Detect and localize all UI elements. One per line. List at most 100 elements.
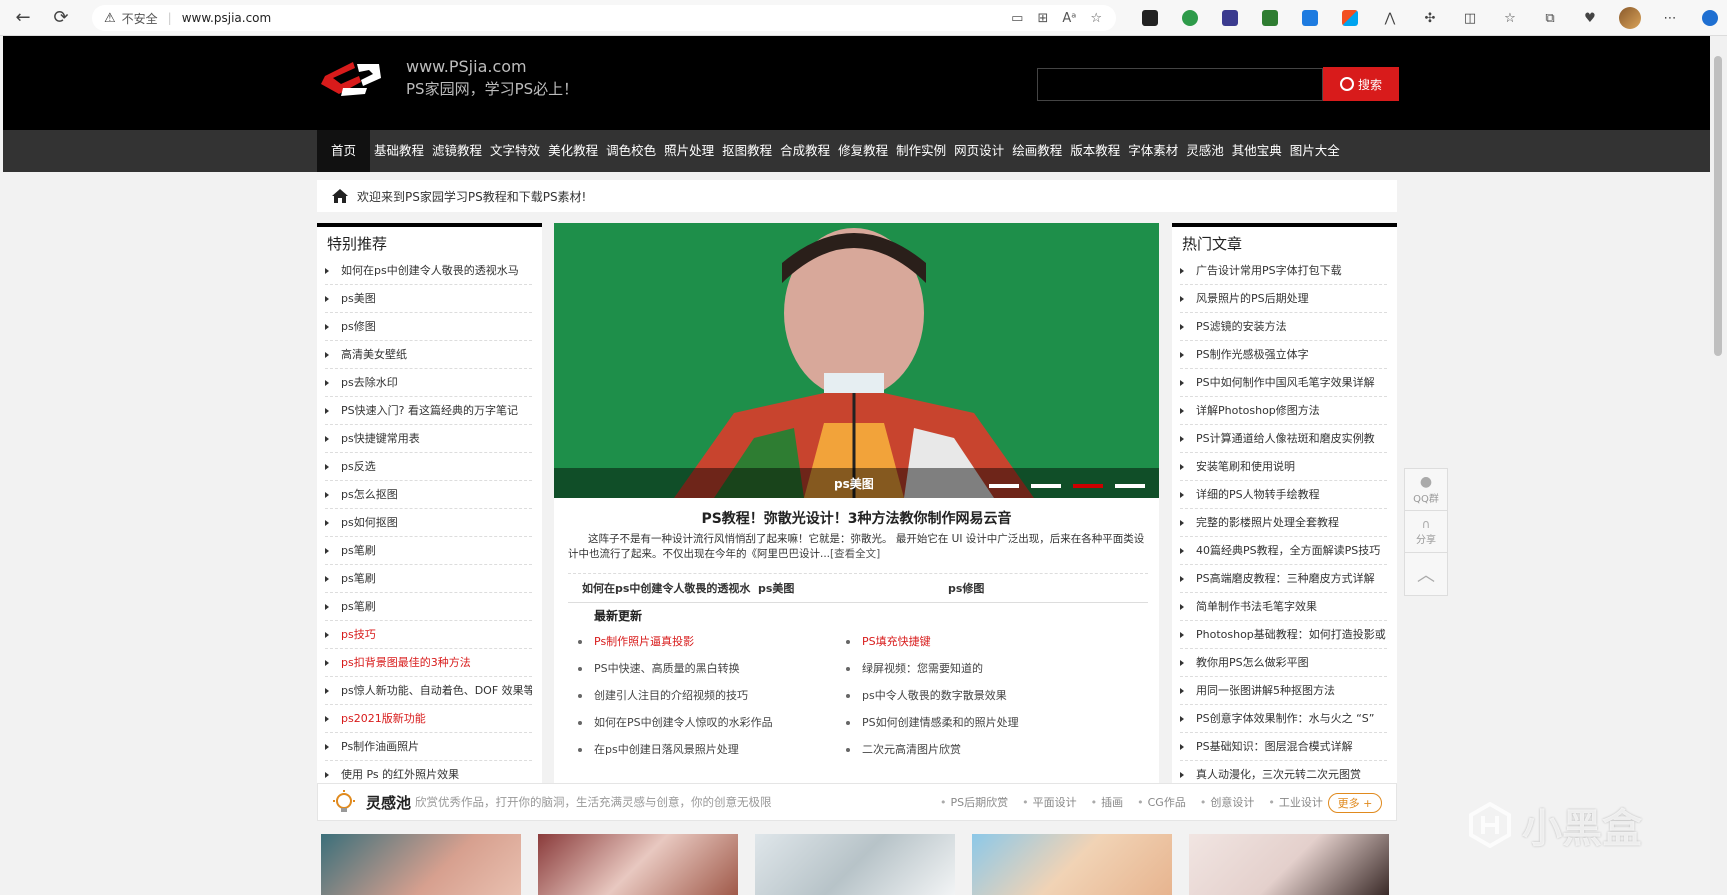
featured-list-item[interactable]: ps怎么抠图 (325, 481, 532, 509)
hot-article-item[interactable]: 详细的PS人物转手绘教程 (1180, 481, 1387, 509)
latest-item[interactable]: PS如何创建情感柔和的照片处理 (846, 709, 1114, 736)
hot-article-item[interactable]: PS制作光感极强立体字 (1180, 341, 1387, 369)
featured-list-item[interactable]: ps扣背景图最佳的3种方法 (325, 649, 532, 677)
hot-article-item[interactable]: PS滤镜的安装方法 (1180, 313, 1387, 341)
gallery-thumbnail[interactable] (972, 834, 1172, 895)
home-icon[interactable] (331, 188, 349, 204)
slide-dot[interactable] (1031, 484, 1061, 488)
extension-3-icon[interactable] (1210, 0, 1250, 36)
address-bar[interactable]: ⚠ 不安全 | www.psjia.com ▭ ⊞ Aᵃ ☆ (92, 5, 1116, 31)
latest-item[interactable]: PS填充快捷键 (846, 628, 1114, 655)
nav-item[interactable]: 滤镜教程 (428, 130, 486, 172)
gallery-thumbnail[interactable] (538, 834, 738, 895)
bing-icon[interactable] (1690, 0, 1727, 36)
gallery-thumbnail[interactable] (321, 834, 521, 895)
read-more-link[interactable]: [查看全文] (830, 548, 880, 560)
more-menu-icon[interactable]: ⋯ (1650, 0, 1690, 36)
hot-article-item[interactable]: PS基础知识：图层混合模式详解 (1180, 733, 1387, 761)
nav-item[interactable]: 首页 (317, 130, 371, 172)
nav-item[interactable]: 绘画教程 (1008, 130, 1066, 172)
latest-item[interactable]: 如何在PS中创建令人惊叹的水彩作品 (578, 709, 846, 736)
latest-item[interactable]: 绿屏视频：您需要知道的 (846, 655, 1114, 682)
headline-link[interactable]: 如何在ps中创建令人敬畏的透视水 (568, 580, 758, 596)
back-to-top-button[interactable]: ︿ (1405, 553, 1447, 595)
hot-article-item[interactable]: PS中如何制作中国风毛笔字效果详解 (1180, 369, 1387, 397)
hot-article-item[interactable]: 完整的影楼照片处理全套教程 (1180, 509, 1387, 537)
apps-icon[interactable]: ⊞ (1037, 11, 1048, 26)
headline-link[interactable]: ps修图 (948, 580, 1138, 596)
nav-item[interactable]: 网页设计 (950, 130, 1008, 172)
collections-icon[interactable]: ⧉ (1530, 0, 1570, 36)
featured-slideshow[interactable]: ps美图 (554, 223, 1159, 498)
nav-item[interactable]: 图片大全 (1286, 130, 1344, 172)
featured-list-item[interactable]: ps惊人新功能、自动着色、DOF 效果等 (325, 677, 532, 705)
nav-item[interactable]: 合成教程 (776, 130, 834, 172)
nav-item[interactable]: 版本教程 (1066, 130, 1124, 172)
headline-link[interactable]: ps美图 (758, 580, 948, 596)
favorite-star-icon[interactable]: ☆ (1090, 11, 1102, 26)
psjia-logo[interactable] (319, 56, 383, 100)
inspiration-category[interactable]: PS后期欣赏 (940, 794, 1009, 810)
hot-article-item[interactable]: PS高端磨皮教程：三种磨皮方式详解 (1180, 565, 1387, 593)
hot-article-item[interactable]: 用同一张图讲解5种抠图方法 (1180, 677, 1387, 705)
latest-item[interactable]: Ps制作照片逼真投影 (578, 628, 846, 655)
latest-item[interactable]: 二次元高清图片欣赏 (846, 736, 1114, 763)
nav-item[interactable]: 字体素材 (1124, 130, 1182, 172)
featured-list-item[interactable]: ps修图 (325, 313, 532, 341)
tablet-icon[interactable]: ▭ (1011, 11, 1023, 26)
search-input[interactable] (1037, 68, 1323, 101)
featured-list-item[interactable]: Ps制作油画照片 (325, 733, 532, 761)
extension-1-icon[interactable] (1130, 0, 1170, 36)
performance-icon[interactable]: ♥ (1570, 0, 1610, 36)
favorites-icon[interactable]: ☆ (1490, 0, 1530, 36)
latest-item[interactable]: ps中令人敬畏的数字散景效果 (846, 682, 1114, 709)
nav-item[interactable]: 修复教程 (834, 130, 892, 172)
inspiration-title[interactable]: 灵感池 (366, 792, 411, 813)
inspiration-category[interactable]: CG作品 (1137, 794, 1186, 810)
slide-dot[interactable] (989, 484, 1019, 488)
featured-list-item[interactable]: ps2021版新功能 (325, 705, 532, 733)
featured-list-item[interactable]: ps美图 (325, 285, 532, 313)
gallery-thumbnail[interactable] (755, 834, 955, 895)
featured-list-item[interactable]: ps反选 (325, 453, 532, 481)
headline-title[interactable]: PS教程！弥散光设计！3种方法教你制作网易云音 (554, 508, 1159, 528)
latest-item[interactable]: 在ps中创建日落风景照片处理 (578, 736, 846, 763)
extension-6-icon[interactable] (1330, 0, 1370, 36)
nav-item[interactable]: 其他宝典 (1228, 130, 1286, 172)
hot-article-item[interactable]: 广告设计常用PS字体打包下载 (1180, 257, 1387, 285)
featured-list-item[interactable]: ps快捷键常用表 (325, 425, 532, 453)
featured-list-item[interactable]: 如何在ps中创建令人敬畏的透视水马 (325, 257, 532, 285)
featured-list-item[interactable]: ps笔刷 (325, 537, 532, 565)
nav-item[interactable]: 文字特效 (486, 130, 544, 172)
hot-article-item[interactable]: PS创意字体效果制作：水与火之 “S” (1180, 705, 1387, 733)
extensions-puzzle-icon[interactable]: ✣ (1410, 0, 1450, 36)
scrollbar-thumb[interactable] (1714, 56, 1722, 356)
search-button[interactable]: 搜索 (1323, 67, 1399, 101)
featured-list-item[interactable]: ps如何抠图 (325, 509, 532, 537)
hot-article-item[interactable]: PS计算通道给人像祛斑和磨皮实例教 (1180, 425, 1387, 453)
hot-article-item[interactable]: 40篇经典PS教程，全方面解读PS技巧 (1180, 537, 1387, 565)
inspiration-category[interactable]: 平面设计 (1022, 794, 1077, 810)
hot-article-item[interactable]: 详解Photoshop修图方法 (1180, 397, 1387, 425)
nav-item[interactable]: 基础教程 (370, 130, 428, 172)
nav-item[interactable]: 制作实例 (892, 130, 950, 172)
nav-item[interactable]: 照片处理 (660, 130, 718, 172)
slide-dot-active[interactable] (1073, 484, 1103, 488)
featured-list-item[interactable]: ps笔刷 (325, 565, 532, 593)
nav-item[interactable]: 美化教程 (544, 130, 602, 172)
extension-5-icon[interactable] (1290, 0, 1330, 36)
featured-list-item[interactable]: ps技巧 (325, 621, 532, 649)
hot-article-item[interactable]: 教你用PS怎么做彩平图 (1180, 649, 1387, 677)
hot-article-item[interactable]: Photoshop基础教程：如何打造投影或 (1180, 621, 1387, 649)
hot-article-item[interactable]: 简单制作书法毛笔字效果 (1180, 593, 1387, 621)
featured-list-item[interactable]: 高清美女壁纸 (325, 341, 532, 369)
read-aloud-icon[interactable]: Aᵃ (1062, 11, 1076, 26)
page-scrollbar[interactable] (1710, 36, 1727, 895)
extension-2-icon[interactable] (1170, 0, 1210, 36)
hot-article-item[interactable]: 风景照片的PS后期处理 (1180, 285, 1387, 313)
latest-item[interactable]: PS中快速、高质量的黑白转换 (578, 655, 846, 682)
split-screen-icon[interactable]: ◫ (1450, 0, 1490, 36)
slide-dot[interactable] (1115, 484, 1145, 488)
nav-item[interactable]: 抠图教程 (718, 130, 776, 172)
back-icon[interactable]: ← (8, 3, 38, 33)
